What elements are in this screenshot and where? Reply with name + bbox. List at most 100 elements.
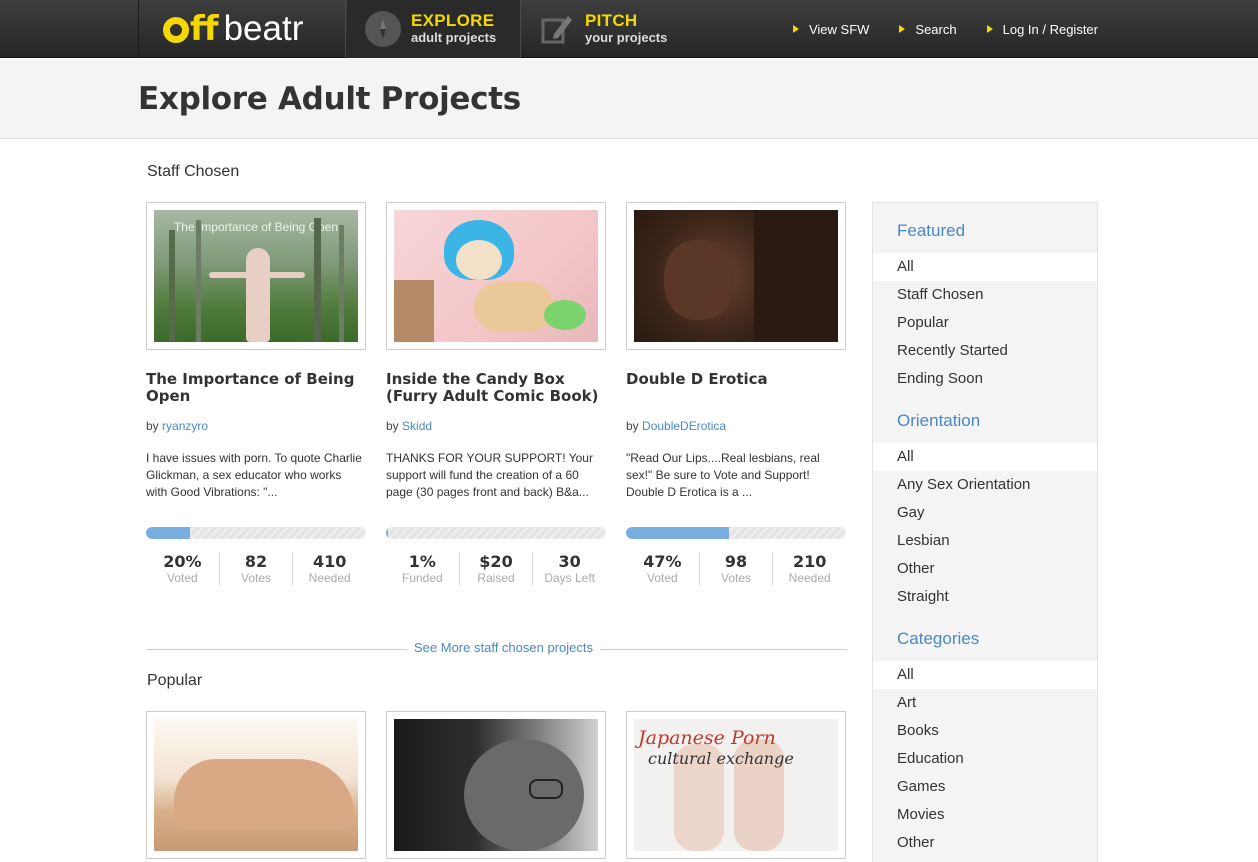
stat-raised: $20 Raised xyxy=(458,552,533,586)
project-stats: 47% Voted 98 Votes 210 Needed xyxy=(626,553,846,586)
sidebar-item-featured-all[interactable]: All xyxy=(873,253,1097,281)
project-author-line: by ryanzyro xyxy=(146,419,366,433)
logo-beatr-text: beatr xyxy=(223,9,304,48)
stat-voted: 47% Voted xyxy=(626,553,699,586)
project-card[interactable] xyxy=(146,711,366,859)
stat-votes: 82 Votes xyxy=(218,553,293,586)
sidebar-item-categories-all[interactable]: All xyxy=(873,661,1097,689)
project-image: Japanese Porn cultural exchange xyxy=(634,719,838,851)
project-thumbnail[interactable]: Japanese Porn cultural exchange xyxy=(626,711,846,859)
project-description: THANKS FOR YOUR SUPPORT! Your support wi… xyxy=(386,451,593,499)
nav-pitch[interactable]: PITCH your projects xyxy=(521,0,681,58)
logo-off-mark: ff xyxy=(163,9,219,49)
page-title: Explore Adult Projects xyxy=(138,81,521,117)
search-link[interactable]: Search xyxy=(899,21,957,37)
compass-icon xyxy=(365,11,401,47)
image-caption: The Importance of Being Open xyxy=(173,220,339,234)
sidebar-item-orientation-all[interactable]: All xyxy=(873,443,1097,471)
sidebar-item-books[interactable]: Books xyxy=(873,717,1097,745)
sidebar-heading-orientation: Orientation xyxy=(897,411,981,430)
nav-explore-subtitle: adult projects xyxy=(411,30,497,45)
see-more-staff-chosen-link[interactable]: See More staff chosen projects xyxy=(407,640,600,655)
offbeatr-logo[interactable]: ff beatr xyxy=(138,0,346,58)
sidebar-heading-categories: Categories xyxy=(897,629,980,648)
see-more-divider: See More staff chosen projects xyxy=(147,640,847,656)
stat-value: 47% xyxy=(643,552,682,571)
project-title[interactable]: Double D Erotica xyxy=(626,371,846,405)
by-label: by xyxy=(386,419,399,433)
author-link[interactable]: DoubleDErotica xyxy=(642,419,726,433)
sidebar-heading-featured: Featured xyxy=(897,221,966,240)
project-card[interactable] xyxy=(386,711,606,859)
arrow-right-icon xyxy=(899,25,906,33)
author-link[interactable]: Skidd xyxy=(402,419,432,433)
stat-label: Needed xyxy=(308,571,351,585)
stat-label: Votes xyxy=(720,571,752,585)
nav-explore[interactable]: EXPLORE adult projects xyxy=(347,0,521,58)
sidebar-item-any-sex-orientation[interactable]: Any Sex Orientation xyxy=(873,471,1097,499)
project-stats: 20% Voted 82 Votes 410 Needed xyxy=(146,553,366,586)
sidebar-item-gay[interactable]: Gay xyxy=(873,499,1097,527)
sidebar-item-lesbian[interactable]: Lesbian xyxy=(873,527,1097,555)
project-card[interactable]: Double D Erotica by DoubleDErotica "Read… xyxy=(626,202,846,586)
image-caption-sub: cultural exchange xyxy=(648,749,794,768)
stat-value: 1% xyxy=(408,552,436,571)
project-image xyxy=(394,719,598,851)
stat-days-left: 30 Days Left xyxy=(532,553,606,586)
stat-label: Voted xyxy=(646,571,678,585)
project-card[interactable]: The Importance of Being Open The Importa… xyxy=(146,202,366,586)
view-sfw-link[interactable]: View SFW xyxy=(792,22,869,37)
project-card[interactable]: Inside the Candy Box (Furry Adult Comic … xyxy=(386,202,606,586)
project-title[interactable]: Inside the Candy Box (Furry Adult Comic … xyxy=(386,371,606,405)
sidebar-item-popular[interactable]: Popular xyxy=(873,309,1097,337)
project-thumbnail[interactable] xyxy=(146,711,366,859)
nav-pitch-subtitle: your projects xyxy=(585,30,668,45)
stat-label: Votes xyxy=(240,571,272,585)
project-image xyxy=(154,719,358,851)
by-label: by xyxy=(626,419,639,433)
login-register-link[interactable]: Log In / Register xyxy=(986,21,1098,37)
progress-bar xyxy=(626,527,846,539)
project-card[interactable]: Japanese Porn cultural exchange xyxy=(626,711,846,859)
sidebar-item-games[interactable]: Games xyxy=(873,773,1097,801)
top-links: View SFW Search Log In / Register xyxy=(763,0,1098,58)
progress-bar xyxy=(386,527,606,539)
author-link[interactable]: ryanzyro xyxy=(162,419,208,433)
project-thumbnail[interactable] xyxy=(386,202,606,350)
stat-label: Raised xyxy=(477,571,515,585)
sidebar-item-movies[interactable]: Movies xyxy=(873,801,1097,829)
pencil-icon xyxy=(539,11,575,47)
stat-label: Needed xyxy=(788,571,831,585)
progress-fill xyxy=(146,527,190,539)
stat-value: $20 xyxy=(479,552,513,571)
project-image xyxy=(634,210,838,342)
login-register-label: Log In / Register xyxy=(1002,21,1098,37)
stat-needed: 210 Needed xyxy=(772,553,846,586)
project-thumbnail[interactable]: The Importance of Being Open xyxy=(146,202,366,350)
project-description: "Read Our Lips....Real lesbians, real se… xyxy=(626,451,820,499)
nav-pitch-title: PITCH xyxy=(585,11,638,30)
search-label: Search xyxy=(915,21,957,37)
progress-bar xyxy=(146,527,366,539)
project-image xyxy=(394,210,598,342)
sidebar-item-ending-soon[interactable]: Ending Soon xyxy=(873,365,1097,393)
sidebar-item-recently-started[interactable]: Recently Started xyxy=(873,337,1097,365)
filter-sidebar: Featured All Staff Chosen Popular Recent… xyxy=(872,202,1098,862)
stat-value: 210 xyxy=(792,552,827,571)
sidebar-item-staff-chosen[interactable]: Staff Chosen xyxy=(873,281,1097,309)
sidebar-item-art[interactable]: Art xyxy=(873,689,1097,717)
stat-label: Funded xyxy=(401,571,443,585)
project-stats: 1% Funded $20 Raised 30 Days Left xyxy=(386,553,606,586)
project-thumbnail[interactable] xyxy=(626,202,846,350)
top-navigation-bar: ff beatr EXPLORE adult projects PITCH yo… xyxy=(0,0,1258,58)
sidebar-item-education[interactable]: Education xyxy=(873,745,1097,773)
project-author-line: by DoubleDErotica xyxy=(626,419,846,433)
logo-off-text: ff xyxy=(190,9,219,49)
sidebar-item-straight[interactable]: Straight xyxy=(873,583,1097,611)
sidebar-item-orientation-other[interactable]: Other xyxy=(873,555,1097,583)
project-title[interactable]: The Importance of Being Open xyxy=(146,371,366,405)
project-image: The Importance of Being Open xyxy=(154,210,358,342)
sidebar-item-categories-other[interactable]: Other xyxy=(873,829,1097,857)
project-thumbnail[interactable] xyxy=(386,711,606,859)
image-caption: Japanese Porn xyxy=(638,727,776,749)
